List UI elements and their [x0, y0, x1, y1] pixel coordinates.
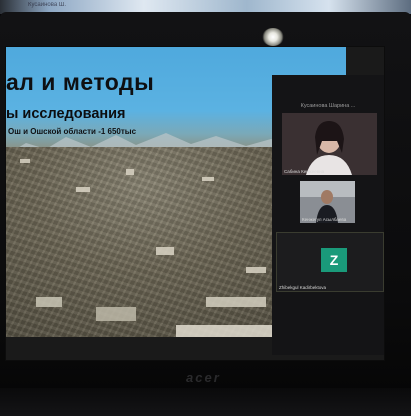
webcam-light [262, 28, 284, 46]
participant-tile-video-1[interactable]: Сабина Кенжеевна [282, 113, 377, 175]
participants-panel: Кусаинова Шарина ... Сабина Кенжеевна Ке… [272, 75, 384, 355]
participant-name: Zhibekgul Kadirbektova [279, 285, 327, 290]
participant-video [282, 113, 377, 175]
slide-subtitle: ы исследования [6, 106, 126, 122]
top-strip-text: Кусаинова Ш. [28, 2, 67, 8]
avatar: Z [321, 248, 347, 272]
monitor-brand-logo: acer [186, 370, 221, 385]
monitor-screen: ал и методы ы исследования Ош и Ошской о… [6, 47, 384, 360]
avatar-letter: Z [329, 252, 339, 268]
participant-tile-video-2[interactable]: Кенжегул Асылбаева [300, 181, 355, 223]
panel-header: Кусаинова Шарина ... [300, 103, 356, 109]
slide-title: ал и методы [6, 69, 155, 95]
participant-name: Сабина Кенжеевна [284, 169, 325, 174]
participant-tile-avatar[interactable]: Z Zhibekgul Kadirbektova [276, 232, 384, 292]
desk-surface [0, 388, 411, 416]
participant-name: Кенжегул Асылбаева [302, 217, 347, 222]
slide-caption: Ош и Ошской области -1 650тыс [8, 127, 137, 136]
